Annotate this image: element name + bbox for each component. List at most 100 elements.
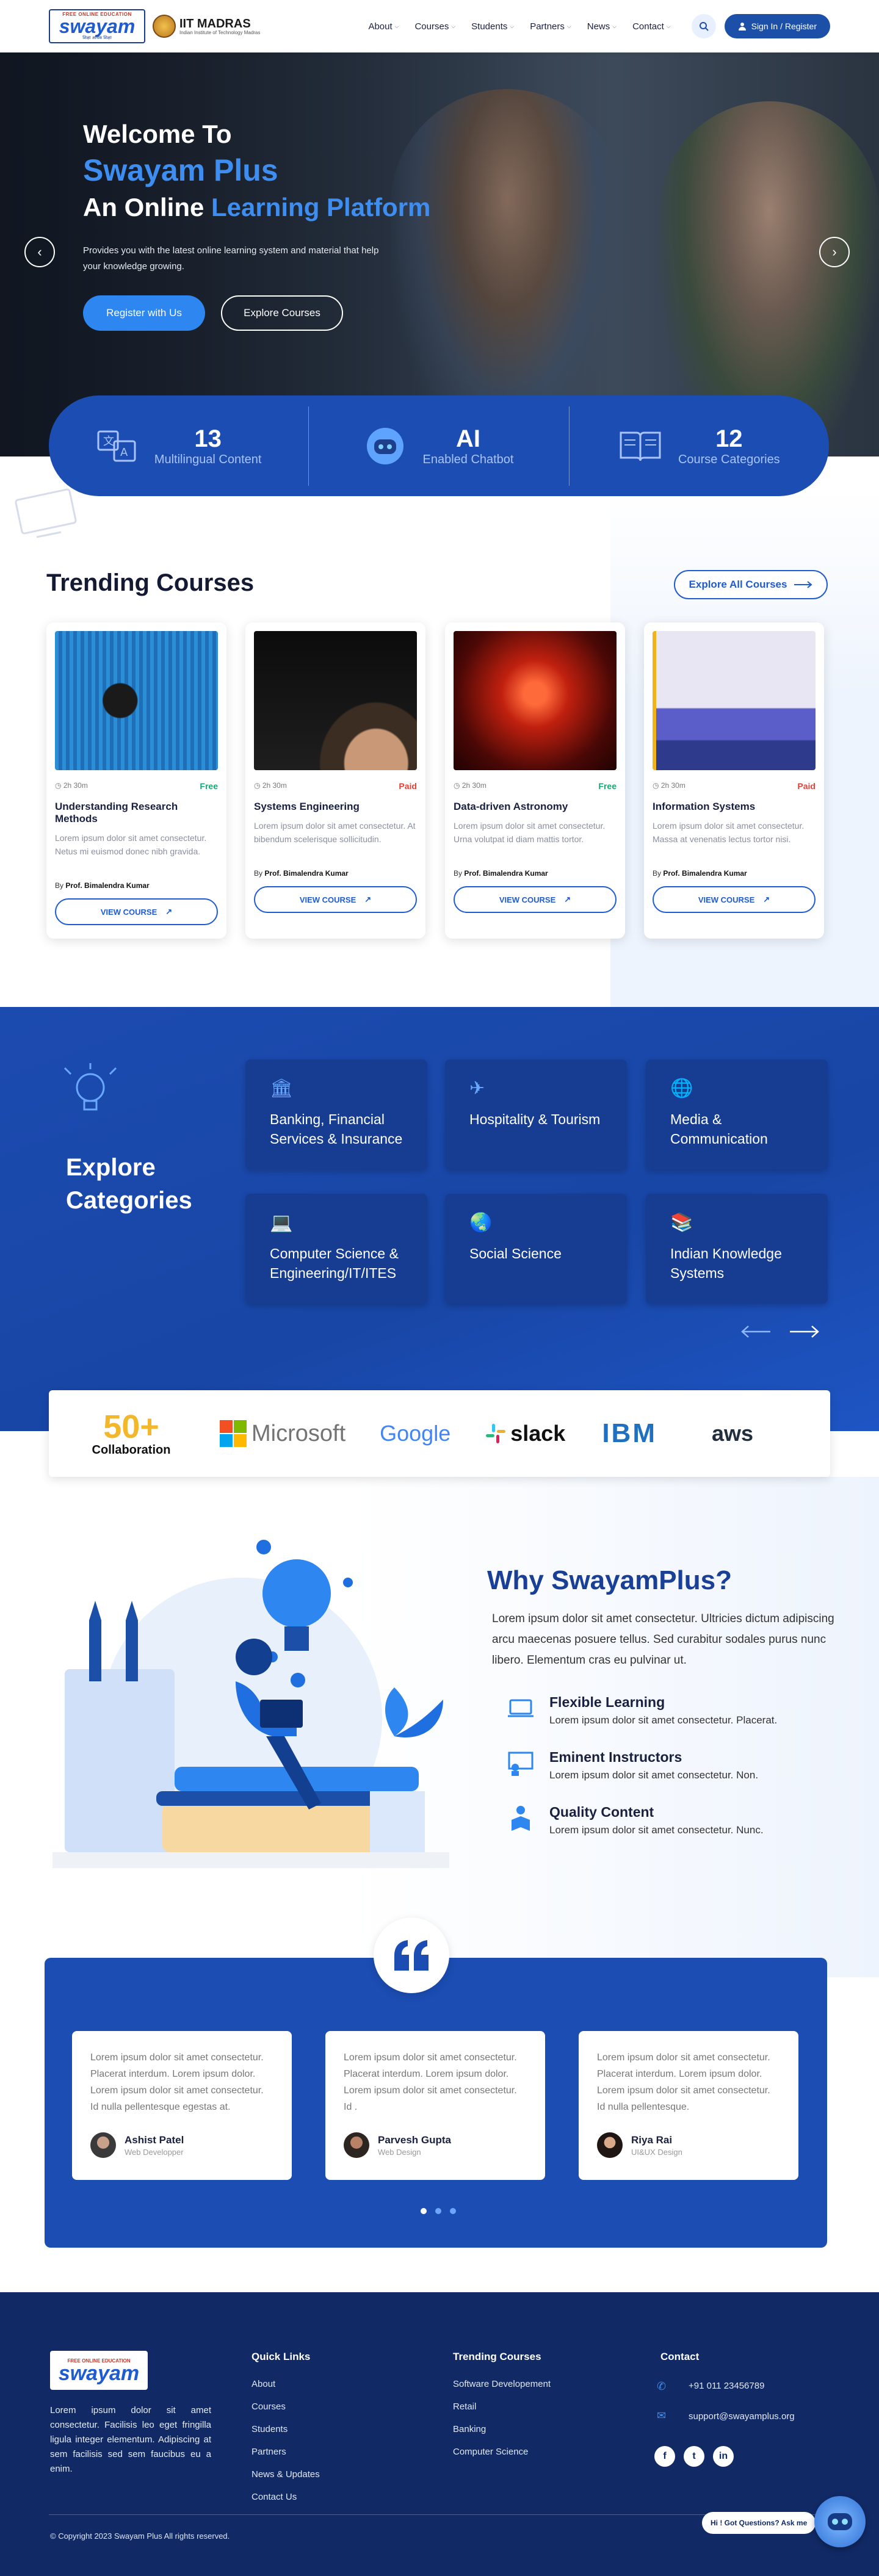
linkedin-icon[interactable]: in bbox=[713, 2446, 734, 2467]
stat-number: 12 bbox=[715, 425, 743, 452]
carousel-dot[interactable] bbox=[450, 2208, 456, 2214]
category-media[interactable]: 🌐 Media & Communication bbox=[646, 1059, 828, 1169]
nav-contact[interactable]: Contact ⌵ bbox=[632, 21, 671, 32]
course-price: Paid bbox=[399, 781, 417, 791]
course-price: Paid bbox=[797, 781, 816, 791]
chat-prompt-bubble[interactable]: Hi ! Got Questions? Ask me bbox=[702, 2512, 816, 2534]
footer-link[interactable]: Software Developement bbox=[453, 2379, 551, 2389]
category-hospitality[interactable]: ✈ Hospitality & Tourism bbox=[445, 1059, 627, 1169]
categories-title-line: Categories bbox=[66, 1187, 192, 1214]
trending-title: Trending Courses bbox=[46, 569, 255, 596]
slack-logo: slack bbox=[485, 1421, 565, 1446]
course-author: By Prof. Bimalendra Kumar bbox=[653, 869, 816, 878]
chevron-down-icon: ⌵ bbox=[566, 23, 571, 29]
footer-link[interactable]: Computer Science bbox=[453, 2447, 528, 2457]
laptop-icon bbox=[508, 1699, 534, 1717]
view-course-label: VIEW COURSE bbox=[499, 895, 556, 904]
footer-link[interactable]: Banking bbox=[453, 2424, 486, 2434]
chatbot-icon bbox=[367, 427, 404, 464]
view-course-button[interactable]: VIEW COURSE ↗ bbox=[254, 886, 417, 913]
nav-courses[interactable]: Courses ⌵ bbox=[414, 21, 455, 32]
hero-subtitle-highlight: Learning Platform bbox=[211, 193, 431, 222]
books-icon: 📚 bbox=[670, 1213, 693, 1233]
testimonial-card: Lorem ipsum dolor sit amet consectetur. … bbox=[325, 2031, 545, 2180]
register-button[interactable]: Register with Us bbox=[83, 295, 205, 331]
carousel-dot[interactable] bbox=[435, 2208, 441, 2214]
footer-heading: Contact bbox=[660, 2351, 700, 2362]
avatar bbox=[597, 2132, 623, 2158]
category-label: Computer Science & Engineering/IT/ITES bbox=[270, 1246, 399, 1281]
explore-all-courses-button[interactable]: Explore All Courses bbox=[674, 570, 828, 599]
view-course-button[interactable]: VIEW COURSE ↗ bbox=[55, 898, 218, 925]
twitter-icon[interactable]: t bbox=[684, 2446, 704, 2467]
facebook-icon[interactable]: f bbox=[654, 2446, 675, 2467]
carousel-dots bbox=[421, 2208, 456, 2214]
footer-logo-wordmark: swayam bbox=[58, 2361, 140, 2385]
main-nav: About ⌵ Courses ⌵ Students ⌵ Partners ⌵ News… bbox=[368, 21, 670, 32]
lightbulb-icon bbox=[63, 1063, 117, 1111]
chevron-left-icon: ‹ bbox=[37, 244, 42, 259]
arrow-right-icon[interactable] bbox=[789, 1324, 819, 1339]
course-description: Lorem ipsum dolor sit amet consectetur. … bbox=[454, 821, 606, 844]
testimonial-role: Web Developper bbox=[125, 2147, 184, 2157]
footer-link[interactable]: Courses bbox=[251, 2401, 286, 2412]
nav-news[interactable]: News ⌵ bbox=[587, 21, 617, 32]
category-label: Hospitality & Tourism bbox=[469, 1111, 601, 1127]
categories-title: Explore Categories bbox=[66, 1151, 192, 1217]
course-description: Lorem ipsum dolor sit amet consectetur. … bbox=[55, 833, 207, 856]
sign-in-button[interactable]: Sign In / Register bbox=[724, 14, 830, 38]
footer-link[interactable]: Contact Us bbox=[251, 2492, 297, 2502]
footer-link[interactable]: Partners bbox=[251, 2447, 286, 2457]
explore-courses-button[interactable]: Explore Courses bbox=[221, 295, 343, 331]
footer-email[interactable]: support@swayamplus.org bbox=[689, 2411, 795, 2422]
feature-desc: Lorem ipsum dolor sit amet consectetur. … bbox=[549, 1769, 759, 1781]
category-banking[interactable]: 🏛 Banking, Financial Services & Insurance bbox=[245, 1059, 427, 1169]
collaboration-count: 50+ Collaboration bbox=[73, 1410, 189, 1457]
slack-wordmark: slack bbox=[510, 1421, 566, 1446]
external-arrow-icon: ↗ bbox=[165, 907, 173, 916]
carousel-dot[interactable] bbox=[421, 2208, 427, 2214]
footer-link[interactable]: Retail bbox=[453, 2401, 476, 2412]
plane-icon: ✈ bbox=[469, 1078, 485, 1099]
nav-about[interactable]: About ⌵ bbox=[368, 21, 399, 32]
nav-label: About bbox=[368, 21, 392, 32]
chevron-down-icon: ⌵ bbox=[394, 23, 399, 29]
nav-students[interactable]: Students ⌵ bbox=[471, 21, 514, 32]
clock-icon: ◷ 2h 30m bbox=[653, 781, 685, 790]
nav-partners[interactable]: Partners ⌵ bbox=[530, 21, 571, 32]
footer-link[interactable]: Students bbox=[251, 2424, 288, 2434]
stat-multilingual: 文A 13 Multilingual Content bbox=[49, 406, 308, 486]
microsoft-logo: Microsoft bbox=[220, 1420, 345, 1447]
category-computer-science[interactable]: 💻 Computer Science & Engineering/IT/ITES bbox=[245, 1194, 427, 1304]
course-image-code-screen bbox=[254, 631, 417, 770]
search-button[interactable] bbox=[691, 14, 716, 38]
carousel-next-button[interactable]: › bbox=[819, 237, 850, 267]
feature-flexible: Flexible Learning Lorem ipsum dolor sit a… bbox=[507, 1694, 777, 1726]
category-indian-knowledge[interactable]: 📚 Indian Knowledge Systems bbox=[646, 1194, 828, 1304]
view-course-button[interactable]: VIEW COURSE ↗ bbox=[653, 886, 816, 913]
iit-subtitle: Indian Institute of Technology Madras bbox=[179, 29, 261, 35]
course-card[interactable]: ◷ 2h 30m Free Understanding Research Meth… bbox=[46, 622, 226, 939]
iit-madras-logo[interactable]: IIT MADRAS Indian Institute of Technolog… bbox=[153, 15, 260, 38]
swayam-logo[interactable]: FREE ONLINE EDUCATION swayam शिक्षा अधिक… bbox=[49, 9, 145, 43]
earth-icon: 🌏 bbox=[469, 1213, 493, 1233]
bank-icon: 🏛 bbox=[270, 1078, 294, 1099]
course-card[interactable]: ◷ 2h 30m Paid Systems Engineering Lorem i… bbox=[245, 622, 425, 939]
view-course-button[interactable]: VIEW COURSE ↗ bbox=[454, 886, 617, 913]
logo-wordmark: swayam bbox=[59, 15, 136, 37]
footer-link[interactable]: About bbox=[251, 2379, 275, 2389]
copyright: © Copyright 2023 Swayam Plus All rights … bbox=[50, 2531, 230, 2541]
course-card[interactable]: ◷ 2h 30m Free Data-driven Astronomy Lorem… bbox=[445, 622, 625, 939]
category-social-science[interactable]: 🌏 Social Science bbox=[445, 1194, 627, 1304]
footer-link[interactable]: News & Updates bbox=[251, 2469, 320, 2480]
chatbot-launcher[interactable] bbox=[814, 2496, 866, 2547]
course-price: Free bbox=[200, 781, 218, 791]
carousel-prev-button[interactable]: ‹ bbox=[24, 237, 55, 267]
footer-logo[interactable]: FREE ONLINE EDUCATION swayam bbox=[50, 2351, 148, 2390]
hero-subtitle: An Online Learning Platform bbox=[83, 193, 430, 222]
course-title: Data-driven Astronomy bbox=[454, 801, 568, 812]
book-icon bbox=[620, 431, 661, 461]
footer-phone[interactable]: +91 011 23456789 bbox=[689, 2381, 764, 2391]
course-card[interactable]: ◷ 2h 30m Paid Information Systems Lorem i… bbox=[644, 622, 824, 939]
arrow-left-icon[interactable] bbox=[741, 1324, 772, 1339]
